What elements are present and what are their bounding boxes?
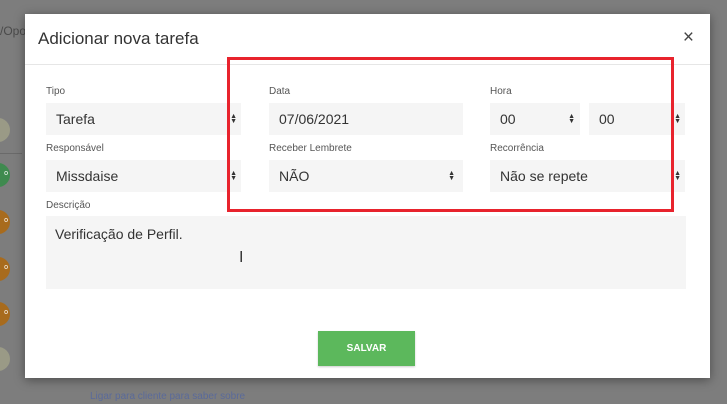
descricao-label: Descrição — [46, 200, 91, 211]
select-arrows-icon: ▲ ▼ — [674, 170, 681, 182]
minute-select[interactable]: 00 ▲ ▼ — [589, 103, 685, 135]
tipo-select[interactable]: Tarefa ▲ ▼ — [46, 103, 241, 135]
tipo-value: Tarefa — [56, 111, 95, 127]
responsavel-label: Responsável — [46, 143, 104, 154]
lembrete-select[interactable]: NÃO ▲ ▼ — [269, 160, 463, 192]
descricao-value: Verificação de Perfil. — [55, 226, 183, 242]
select-arrows-icon: ▲ ▼ — [230, 113, 237, 125]
date-input[interactable]: 07/06/2021 — [269, 103, 463, 135]
responsavel-value: Missdaise — [56, 168, 119, 184]
recorrencia-value: Não se repete — [500, 168, 588, 184]
add-task-modal: Adicionar nova tarefa × Tipo Tarefa ▲ ▼ D… — [25, 14, 710, 378]
select-arrows-icon: ▲ ▼ — [674, 113, 681, 125]
hour-value: 00 — [500, 111, 516, 127]
modal-title: Adicionar nova tarefa — [38, 29, 199, 48]
lembrete-label: Receber Lembrete — [269, 143, 352, 154]
save-button[interactable]: SALVAR — [318, 331, 415, 366]
recorrencia-select[interactable]: Não se repete ▲ ▼ — [490, 160, 685, 192]
select-arrows-icon: ▲ ▼ — [568, 113, 575, 125]
minute-value: 00 — [599, 111, 615, 127]
background-partial-text: /Opo — [0, 24, 27, 38]
date-value: 07/06/2021 — [279, 111, 350, 127]
select-arrows-icon: ▲ ▼ — [448, 170, 455, 182]
hour-select[interactable]: 00 ▲ ▼ — [490, 103, 580, 135]
descricao-textarea[interactable]: Verificação de Perfil. — [46, 216, 686, 289]
hora-label: Hora — [490, 86, 512, 97]
tipo-label: Tipo — [46, 86, 66, 97]
data-label: Data — [269, 86, 291, 97]
text-cursor-icon: I — [239, 249, 244, 266]
lembrete-value: NÃO — [279, 168, 310, 184]
recorrencia-label: Recorrência — [490, 143, 544, 154]
responsavel-select[interactable]: Missdaise ▲ ▼ — [46, 160, 241, 192]
modal-header: Adicionar nova tarefa × — [25, 14, 710, 65]
background-task-text: Ligar para cliente para saber sobre — [90, 391, 246, 402]
close-icon[interactable]: × — [683, 28, 694, 48]
background-divider — [0, 153, 22, 154]
select-arrows-icon: ▲ ▼ — [230, 170, 237, 182]
